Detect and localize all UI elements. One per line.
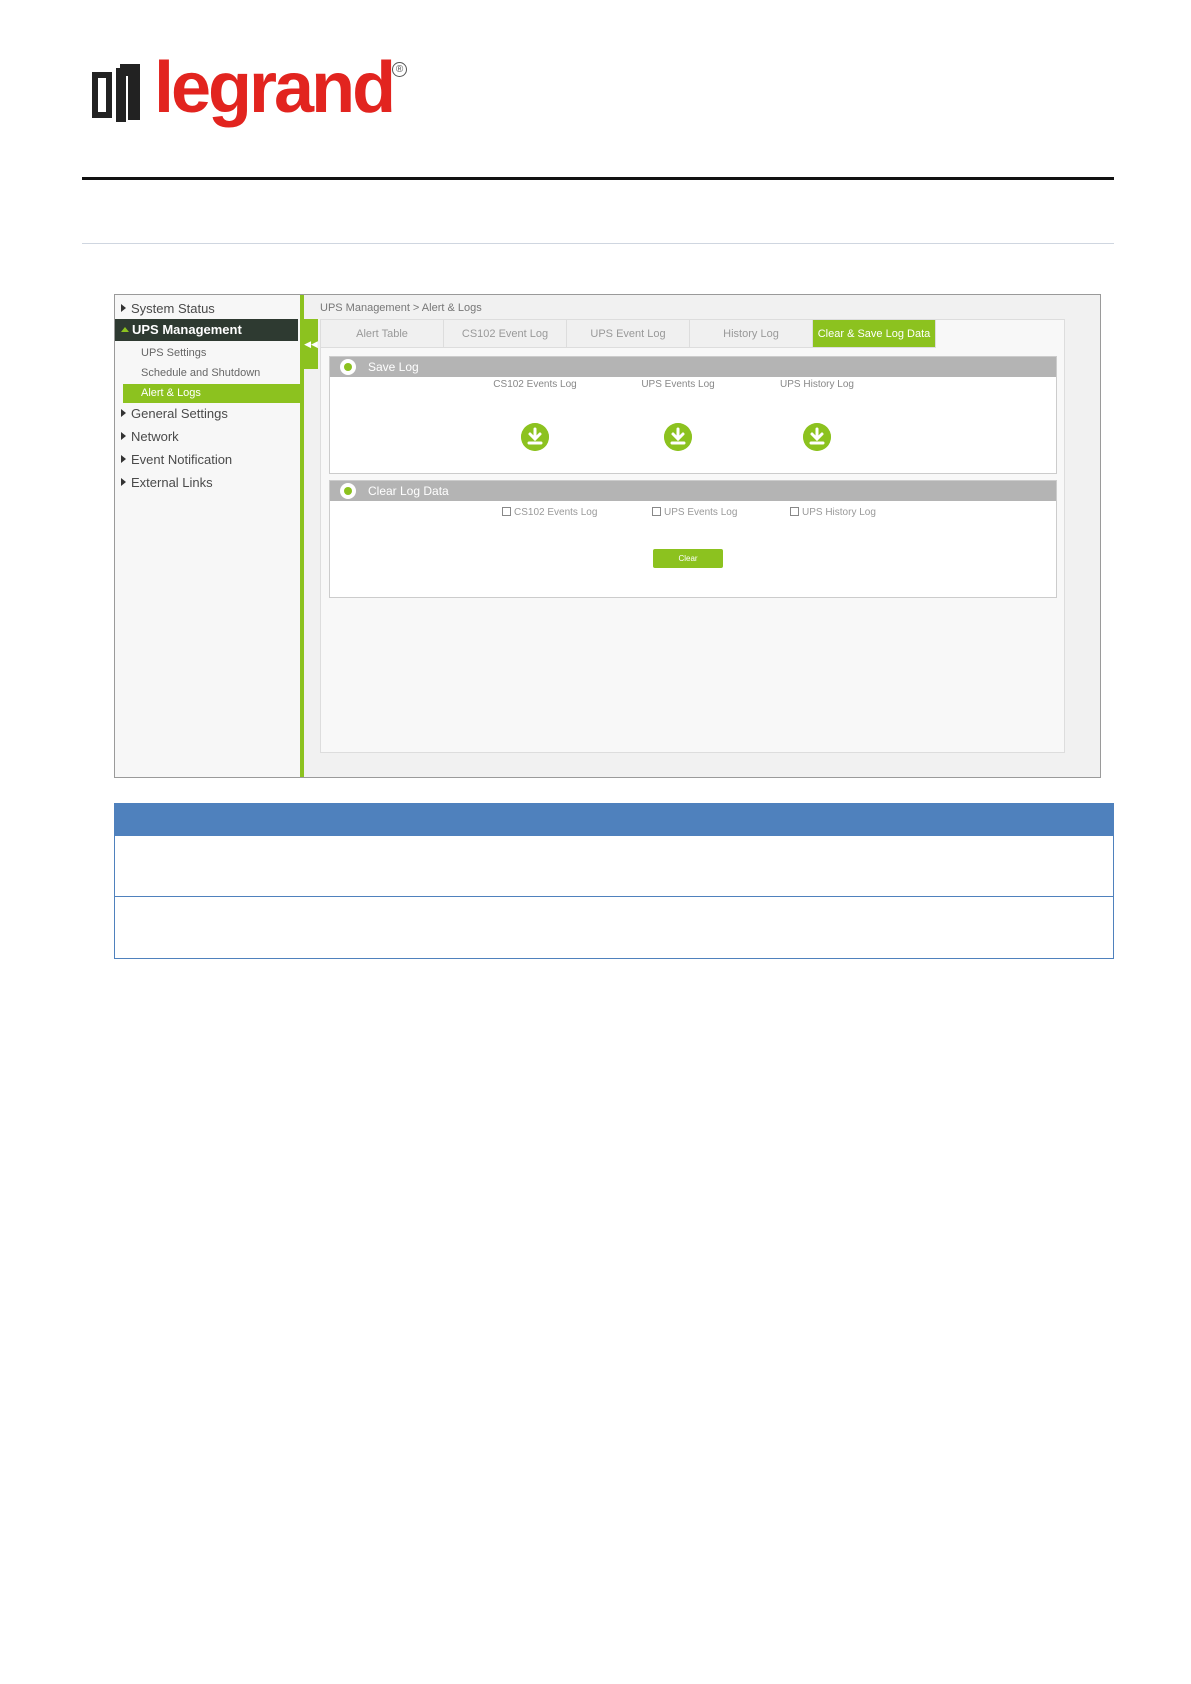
tab-alert-table[interactable]: Alert Table — [321, 320, 444, 348]
caret-right-icon — [121, 304, 126, 312]
sidebar-item-external-links[interactable]: External Links — [121, 475, 213, 490]
download-label: CS102 Events Log — [493, 379, 577, 390]
tab-ups-event-log[interactable]: UPS Event Log — [567, 320, 690, 348]
download-label: UPS Events Log — [641, 379, 715, 390]
sidebar-item-general-settings[interactable]: General Settings — [121, 406, 228, 421]
save-log-section: Save Log CS102 Events Log UPS Events Log… — [329, 356, 1057, 474]
main-content: UPS Management > Alert & Logs Alert Tabl… — [320, 295, 1100, 777]
sidebar-subitem-schedule-shutdown[interactable]: Schedule and Shutdown — [141, 367, 260, 379]
clear-log-title: Clear Log Data — [368, 484, 449, 498]
download-icon[interactable] — [664, 423, 692, 451]
checkbox-ups-events[interactable]: UPS Events Log — [652, 507, 737, 518]
checkbox-icon[interactable] — [502, 507, 511, 516]
radio-dot-icon — [340, 483, 356, 499]
save-log-title: Save Log — [368, 360, 419, 374]
clear-log-section: Clear Log Data CS102 Events Log UPS Even… — [329, 480, 1057, 598]
checkbox-cs102-events[interactable]: CS102 Events Log — [502, 507, 597, 518]
double-chevron-left-icon: ◀◀ — [304, 339, 318, 349]
download-icon[interactable] — [803, 423, 831, 451]
download-icon[interactable] — [521, 423, 549, 451]
download-cs102-events: CS102 Events Log — [480, 379, 590, 390]
caret-right-icon — [121, 478, 126, 486]
caret-up-icon — [121, 327, 129, 332]
note-table-row — [115, 836, 1113, 897]
registered-mark: ® — [392, 62, 407, 77]
checkbox-icon[interactable] — [790, 507, 799, 516]
tab-bar: Alert Table CS102 Event Log UPS Event Lo… — [321, 320, 936, 348]
note-table — [114, 803, 1114, 959]
header-rule — [82, 177, 1114, 180]
sidebar: System Status UPS Management UPS Setting… — [115, 295, 300, 777]
tab-cs102-event-log[interactable]: CS102 Event Log — [444, 320, 567, 348]
web-ui-screenshot: System Status UPS Management UPS Setting… — [114, 294, 1101, 778]
checkbox-icon[interactable] — [652, 507, 661, 516]
sidebar-subitem-ups-settings[interactable]: UPS Settings — [141, 347, 206, 359]
sidebar-item-event-notification[interactable]: Event Notification — [121, 452, 232, 467]
sidebar-item-ups-management[interactable]: UPS Management — [115, 319, 298, 341]
sidebar-item-system-status[interactable]: System Status — [121, 301, 215, 316]
collapse-sidebar-button[interactable]: ◀◀ — [304, 319, 318, 369]
download-label: UPS History Log — [780, 379, 854, 390]
tab-clear-save-log-data[interactable]: Clear & Save Log Data — [813, 320, 936, 348]
save-log-header: Save Log — [330, 357, 1056, 377]
brand-name: legrand — [154, 48, 396, 128]
tab-panel: Alert Table CS102 Event Log UPS Event Lo… — [320, 319, 1065, 753]
download-ups-events: UPS Events Log — [623, 379, 733, 390]
legrand-mark-icon — [92, 64, 140, 122]
caret-right-icon — [121, 432, 126, 440]
note-table-header — [115, 804, 1113, 836]
legrand-logo: legrand ® — [90, 52, 410, 138]
radio-dot-icon — [340, 359, 356, 375]
caret-right-icon — [121, 455, 126, 463]
clear-log-header: Clear Log Data — [330, 481, 1056, 501]
sidebar-item-network[interactable]: Network — [121, 429, 179, 444]
breadcrumb: UPS Management > Alert & Logs — [320, 302, 482, 314]
caret-right-icon — [121, 409, 126, 417]
download-ups-history: UPS History Log — [762, 379, 872, 390]
note-table-row — [115, 897, 1113, 958]
sidebar-subitem-alert-logs[interactable]: Alert & Logs — [123, 384, 300, 403]
tab-history-log[interactable]: History Log — [690, 320, 813, 348]
clear-button[interactable]: Clear — [653, 549, 723, 568]
section-rule — [82, 243, 1114, 244]
checkbox-ups-history[interactable]: UPS History Log — [790, 507, 876, 518]
